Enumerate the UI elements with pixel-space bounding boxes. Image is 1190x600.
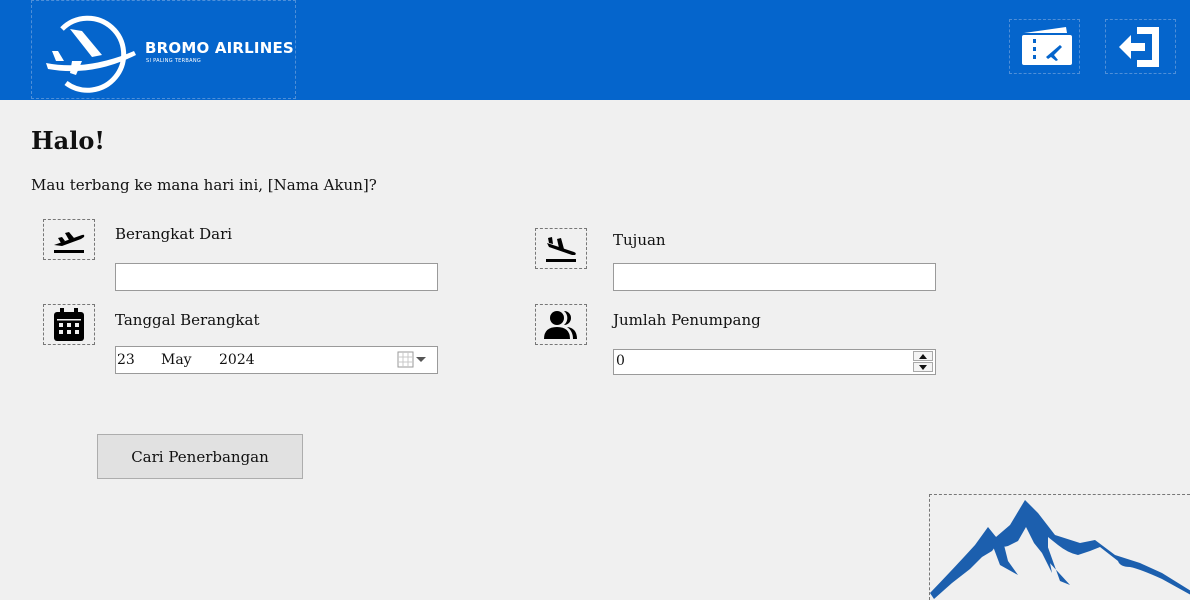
- arrow-up-icon: [919, 353, 927, 359]
- passengers-label: Jumlah Penumpang: [613, 311, 761, 329]
- departure-date-picker[interactable]: 23 May 2024: [115, 346, 438, 374]
- passengers-icon-box: [535, 304, 587, 345]
- plane-logo-icon: [46, 15, 136, 93]
- calendar-icon: [54, 307, 84, 341]
- departure-label: Berangkat Dari: [115, 225, 233, 243]
- date-label: Tanggal Berangkat: [115, 311, 260, 329]
- brand-name: BROMO AIRLINES: [145, 39, 294, 57]
- mountain-icon: [930, 500, 1190, 600]
- destination-label: Tujuan: [613, 231, 666, 249]
- logout-button[interactable]: [1105, 19, 1176, 74]
- date-icon-box: [43, 304, 95, 345]
- date-year[interactable]: 2024: [219, 352, 255, 368]
- tickets-button[interactable]: [1009, 19, 1080, 74]
- mountain-illustration: [929, 494, 1190, 600]
- decrement-button[interactable]: [913, 362, 933, 372]
- calendar-dropdown-icon[interactable]: [397, 351, 429, 369]
- date-day[interactable]: 23: [117, 352, 135, 368]
- ticket-plane-icon: [1021, 26, 1072, 65]
- flight-takeoff-icon: [54, 231, 85, 253]
- app-header: BROMO AIRLINES SI PALING TERBANG: [0, 0, 1190, 100]
- increment-button[interactable]: [913, 351, 933, 361]
- search-flights-button[interactable]: Cari Penerbangan: [97, 434, 303, 479]
- date-month[interactable]: May: [161, 352, 192, 368]
- people-icon: [544, 310, 577, 339]
- departure-icon-box: [43, 219, 95, 260]
- passengers-value[interactable]: 0: [616, 353, 625, 369]
- flight-land-icon: [546, 236, 576, 262]
- arrival-icon-box: [535, 228, 587, 269]
- arrow-down-icon: [919, 364, 927, 370]
- departure-input[interactable]: [115, 263, 438, 291]
- destination-input[interactable]: [613, 263, 936, 291]
- logout-icon: [1118, 26, 1159, 67]
- page-title: Halo!: [31, 126, 105, 155]
- brand-tagline: SI PALING TERBANG: [146, 58, 202, 64]
- brand-logo: BROMO AIRLINES SI PALING TERBANG: [31, 0, 296, 99]
- passengers-stepper[interactable]: 0: [613, 349, 936, 375]
- page-subtitle: Mau terbang ke mana hari ini, [Nama Akun…: [31, 176, 377, 194]
